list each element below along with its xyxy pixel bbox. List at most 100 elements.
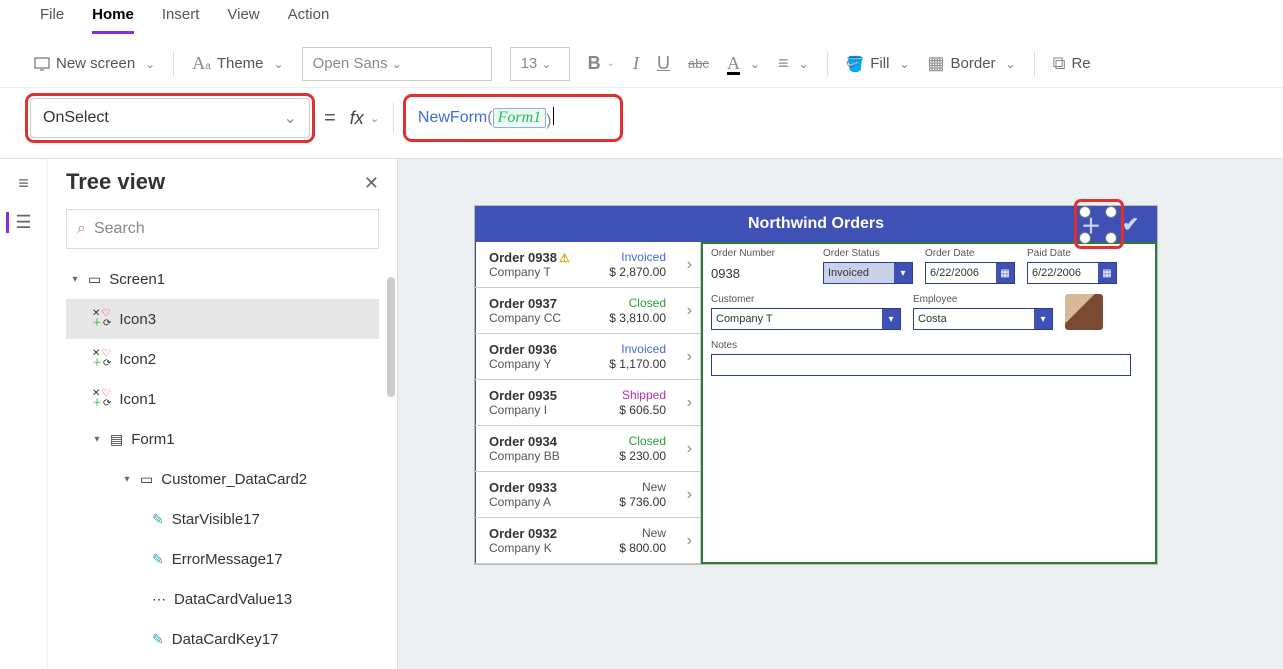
tree-item-key[interactable]: ✎DataCardKey17 [66, 619, 379, 659]
selection-handles[interactable] [1079, 206, 1117, 244]
tree-label: Screen1 [109, 271, 165, 288]
italic-button[interactable]: I [633, 53, 639, 74]
order-row[interactable]: Order 0933Company ANew$ 736.00› [475, 472, 700, 518]
order-status: Shipped [622, 388, 666, 402]
order-row[interactable]: Order 0934Company BBClosed$ 230.00› [475, 426, 700, 472]
tree-label: Customer_DataCard2 [161, 471, 307, 488]
strike-button[interactable]: abc [688, 56, 709, 71]
font-color-button[interactable]: A [727, 53, 760, 75]
tree-item-error[interactable]: ✎ErrorMessage17 [66, 539, 379, 579]
tree-item-datacard[interactable]: ▾▭Customer_DataCard2 [66, 459, 379, 499]
order-status-label: Order Status [823, 248, 913, 259]
border-button[interactable]: ▦ Border [928, 53, 1016, 74]
warning-icon: ⚠ [559, 251, 570, 265]
icon-group-icon: ✕♡＋⟳ [92, 389, 111, 409]
fx-button[interactable]: fx⌄ [350, 108, 379, 129]
employee-label: Employee [913, 294, 1053, 305]
font-family-select[interactable]: Open Sans [302, 47, 492, 81]
menu-insert[interactable]: Insert [162, 6, 200, 31]
screen-icon [34, 56, 50, 72]
tree-item-form1[interactable]: ▾▤Form1 [66, 419, 379, 459]
chevron-right-icon: › [687, 486, 692, 504]
theme-button[interactable]: Aa Theme [192, 53, 283, 74]
formula-fn: NewForm [418, 109, 487, 127]
label-icon: ✎ [152, 631, 164, 648]
reorder-label: Re [1071, 55, 1090, 72]
tree-item-icon1[interactable]: ✕♡＋⟳ Icon1 [66, 379, 379, 419]
icon-group-icon: ✕♡＋⟳ [92, 349, 111, 369]
order-date-input[interactable]: 6/22/2006▦ [925, 262, 1015, 284]
tree-view-icon[interactable]: ☰ [6, 212, 31, 233]
order-row[interactable]: Order 0937Company CCClosed$ 3,810.00› [475, 288, 700, 334]
label-icon: ✎ [152, 511, 164, 528]
tree-item-icon2[interactable]: ✕♡＋⟳ Icon2 [66, 339, 379, 379]
menu-action[interactable]: Action [288, 6, 330, 31]
chevron-right-icon: › [687, 532, 692, 550]
formula-input[interactable]: NewForm( Form1 ) [408, 99, 618, 137]
tree-label: ErrorMessage17 [172, 551, 283, 568]
order-row[interactable]: Order 0936Company YInvoiced$ 1,170.00› [475, 334, 700, 380]
reorder-icon: ⧉ [1053, 53, 1066, 74]
order-status: Closed [629, 296, 666, 310]
hamburger-icon[interactable]: ≡ [18, 173, 29, 194]
chevron-right-icon: › [687, 302, 692, 320]
formula-arg: Form1 [493, 108, 547, 128]
order-row[interactable]: Order 0932Company KNew$ 800.00› [475, 518, 700, 564]
theme-label: Theme [217, 55, 264, 72]
customer-value: Company T [716, 313, 773, 325]
order-amount: $ 2,870.00 [609, 265, 666, 279]
new-screen-label: New screen [56, 55, 135, 72]
tree-label: Icon3 [119, 311, 156, 328]
fill-button[interactable]: 🪣 Fill [846, 55, 910, 73]
screen-icon: ▭ [88, 271, 101, 288]
font-family-value: Open Sans [313, 55, 388, 72]
order-amount: $ 800.00 [619, 541, 666, 555]
customer-label: Customer [711, 294, 901, 305]
tree-item-star[interactable]: ✎StarVisible17 [66, 499, 379, 539]
chevron-down-icon: ▾ [882, 309, 900, 329]
font-size-select[interactable]: 13 [510, 47, 570, 81]
tree-item-value[interactable]: ⋯DataCardValue13 [66, 579, 379, 619]
bold-button[interactable]: B⌄ [588, 53, 615, 74]
customer-select[interactable]: Company T ▾ [711, 308, 901, 330]
align-button[interactable]: ≡ [778, 53, 809, 74]
tree-search-input[interactable]: ⌕ Search [66, 209, 379, 249]
chevron-right-icon: › [687, 440, 692, 458]
tree-item-icon3[interactable]: ✕♡＋⟳ Icon3 [66, 299, 379, 339]
order-row[interactable]: Order 0935Company IShipped$ 606.50› [475, 380, 700, 426]
orders-gallery[interactable]: Order 0938⚠Company TInvoiced$ 2,870.00›O… [475, 242, 701, 564]
reorder-button[interactable]: ⧉ Re [1053, 53, 1091, 74]
order-number-value: 0938 [711, 262, 811, 281]
fx-icon: fx [350, 108, 364, 129]
order-status: Invoiced [621, 342, 666, 356]
border-label: Border [951, 55, 996, 72]
order-amount: $ 3,810.00 [609, 311, 666, 325]
order-status: New [642, 480, 666, 494]
employee-select[interactable]: Costa▾ [913, 308, 1053, 330]
check-icon[interactable]: ✔ [1122, 212, 1139, 237]
menu-view[interactable]: View [227, 6, 259, 31]
menu-file[interactable]: File [40, 6, 64, 31]
underline-button[interactable]: U [657, 53, 670, 74]
order-number-label: Order Number [711, 248, 811, 259]
employee-avatar [1065, 294, 1103, 330]
paid-date-input[interactable]: 6/22/2006▦ [1027, 262, 1117, 284]
property-select[interactable]: OnSelect ⌄ [30, 98, 310, 138]
chevron-down-icon: ▾ [894, 263, 912, 283]
border-icon: ▦ [928, 53, 945, 74]
property-value: OnSelect [43, 109, 109, 127]
close-icon[interactable]: ✕ [364, 173, 379, 194]
tree-item-screen1[interactable]: ▾▭Screen1 [66, 259, 379, 299]
calendar-icon: ▦ [996, 263, 1014, 283]
font-size-value: 13 [521, 55, 538, 72]
notes-input[interactable] [711, 354, 1131, 376]
menu-home[interactable]: Home [92, 6, 134, 34]
order-status-select[interactable]: Invoiced▾ [823, 262, 913, 284]
tree-label: DataCardValue13 [174, 591, 292, 608]
paid-date-label: Paid Date [1027, 248, 1117, 259]
scrollbar-thumb[interactable] [387, 277, 395, 397]
fill-label: Fill [870, 55, 889, 72]
chevron-right-icon: › [687, 256, 692, 274]
new-screen-button[interactable]: New screen [34, 55, 155, 72]
order-row[interactable]: Order 0938⚠Company TInvoiced$ 2,870.00› [475, 242, 700, 288]
